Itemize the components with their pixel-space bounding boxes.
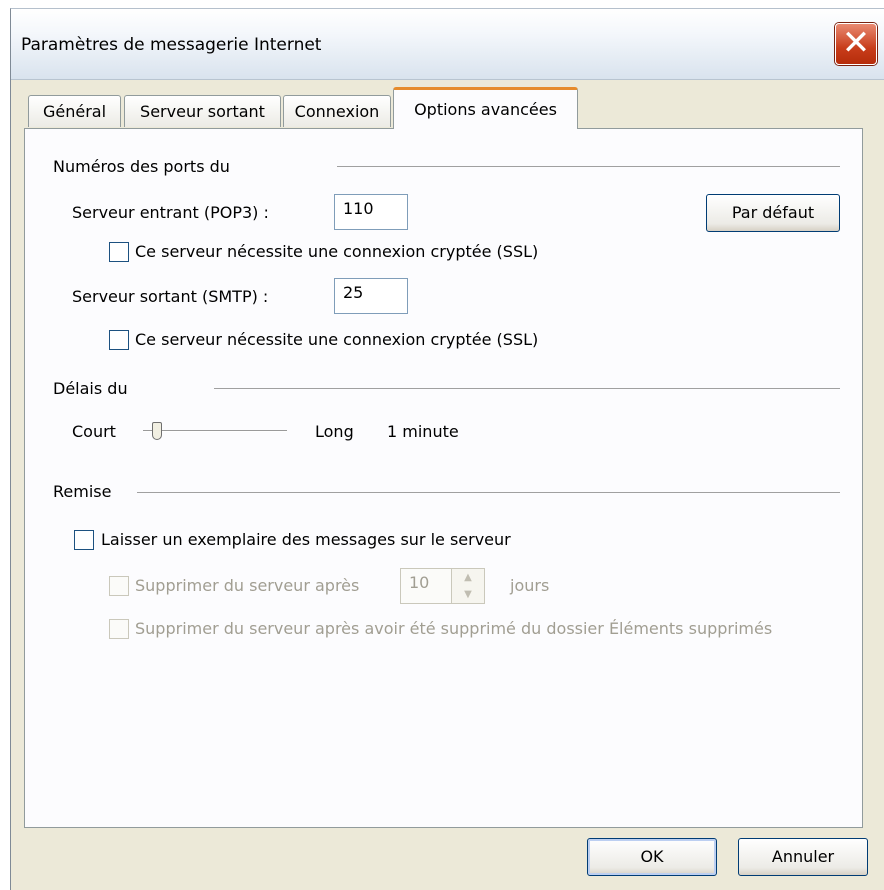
spin-down-icon[interactable]: ▼	[452, 586, 484, 603]
spin-up-icon[interactable]: ▲	[452, 569, 484, 586]
remove-after-checkbox[interactable]	[109, 576, 129, 596]
timeout-short-label: Court	[72, 422, 116, 441]
outgoing-port-label: Serveur sortant (SMTP) :	[72, 287, 269, 306]
timeout-slider-track[interactable]	[143, 430, 287, 432]
delivery-heading: Remise	[53, 482, 112, 501]
default-ports-button[interactable]: Par défaut	[706, 194, 840, 232]
leave-copy-label: Laisser un exemplaire des messages sur l…	[101, 530, 511, 549]
tab-general[interactable]: Général	[28, 95, 121, 127]
ok-button[interactable]: OK	[587, 838, 717, 876]
incoming-port-input[interactable]: 110	[334, 194, 408, 230]
close-button[interactable]: ✕	[835, 23, 877, 65]
timeout-value: 1 minute	[387, 422, 459, 441]
delivery-divider	[137, 492, 840, 493]
incoming-ssl-checkbox[interactable]	[109, 242, 129, 262]
dialog-window: Paramètres de messagerie Internet ✕ Géné…	[10, 8, 884, 890]
close-icon: ✕	[841, 23, 871, 63]
outgoing-ssl-label: Ce serveur nécessite une connexion crypt…	[135, 330, 539, 349]
days-spinner[interactable]: ▲ ▼	[451, 568, 485, 604]
tab-advanced-options[interactable]: Options avancées	[393, 87, 578, 129]
timeout-heading: Délais du	[53, 379, 128, 398]
ports-heading: Numéros des ports du	[53, 157, 230, 176]
tab-outgoing-server[interactable]: Serveur sortant	[124, 95, 281, 127]
incoming-ssl-label: Ce serveur nécessite une connexion crypt…	[135, 242, 539, 261]
timeout-divider	[214, 388, 840, 389]
remove-when-deleted-label: Supprimer du serveur après avoir été sup…	[135, 619, 773, 638]
title-bar[interactable]: Paramètres de messagerie Internet ✕	[11, 9, 884, 80]
outgoing-ssl-checkbox[interactable]	[109, 330, 129, 350]
cancel-button[interactable]: Annuler	[738, 838, 868, 876]
remove-after-days-input[interactable]: 10	[400, 568, 452, 604]
tab-connection[interactable]: Connexion	[283, 95, 391, 127]
days-label: jours	[510, 576, 550, 595]
timeout-slider-thumb[interactable]	[152, 422, 163, 440]
timeout-long-label: Long	[315, 422, 354, 441]
incoming-port-label: Serveur entrant (POP3) :	[72, 203, 269, 222]
remove-after-label: Supprimer du serveur après	[135, 576, 360, 595]
window-title: Paramètres de messagerie Internet	[21, 35, 322, 55]
ports-divider	[337, 166, 840, 167]
tab-panel: Numéros des ports du Serveur entrant (PO…	[24, 128, 863, 828]
outgoing-port-input[interactable]: 25	[334, 278, 408, 314]
leave-copy-checkbox[interactable]	[74, 530, 94, 550]
remove-when-deleted-checkbox[interactable]	[109, 619, 129, 639]
